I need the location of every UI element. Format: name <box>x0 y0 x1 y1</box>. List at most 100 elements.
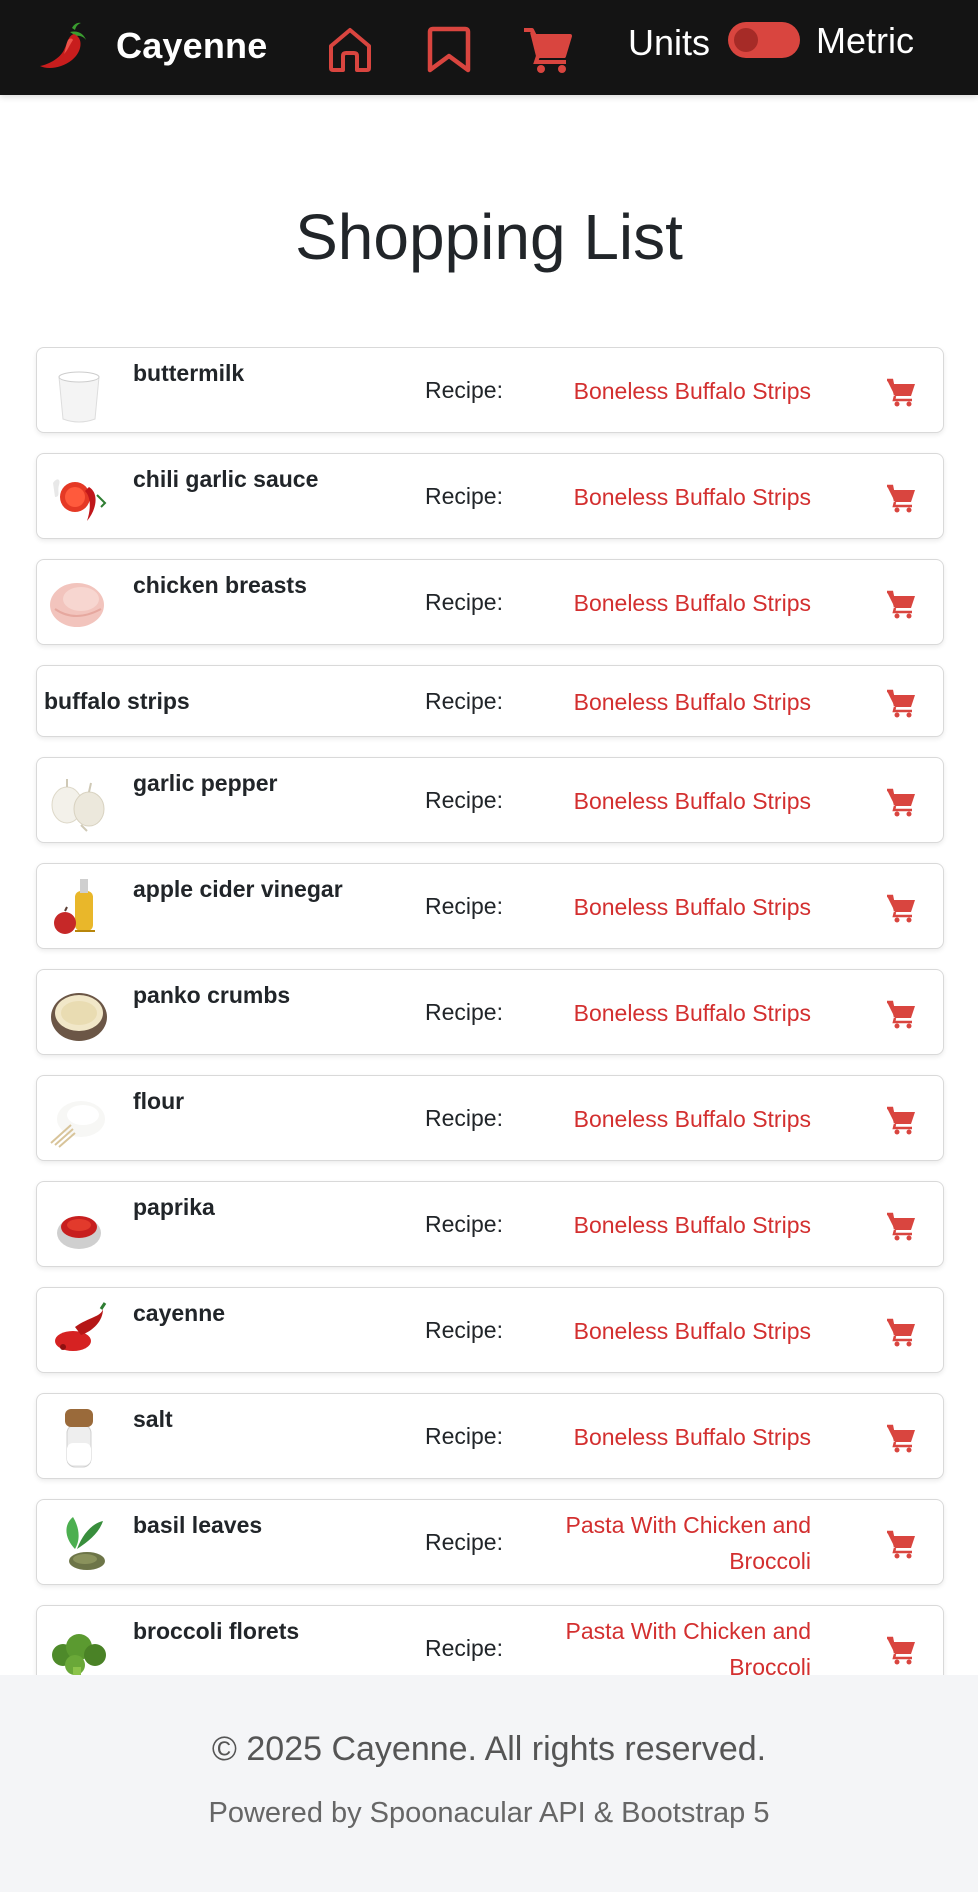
recipe-link[interactable]: Boneless Buffalo Strips <box>521 1101 811 1137</box>
ingredient-name: broccoli florets <box>133 1618 300 1644</box>
shopping-list-item: garlic pepper Recipe: Boneless Buffalo Str… <box>36 757 944 843</box>
add-to-cart-button[interactable] <box>885 785 917 817</box>
shopping-list-item: chili garlic sauce Recipe: Boneless Buffal… <box>36 453 944 539</box>
ingredient-name: chicken breasts <box>133 572 307 598</box>
add-to-cart-button[interactable] <box>885 1421 917 1453</box>
recipe-link[interactable]: Boneless Buffalo Strips <box>521 585 811 621</box>
add-to-cart-icon <box>887 894 915 923</box>
toggle-knob <box>734 28 758 52</box>
add-to-cart-button[interactable] <box>885 997 917 1029</box>
recipe-link[interactable]: Boneless Buffalo Strips <box>521 1313 811 1349</box>
add-to-cart-button[interactable] <box>885 1315 917 1347</box>
shopping-list-item: chicken breasts Recipe: Boneless Buffalo S… <box>36 559 944 645</box>
ingredient-name: apple cider vinegar <box>133 876 343 902</box>
page-title: Shopping List <box>295 201 683 273</box>
shopping-list-item: broccoli florets Recipe: Pasta With Chicke… <box>36 1605 944 1675</box>
add-to-cart-icon <box>887 1318 915 1347</box>
navbar: Cayenne Units Metric <box>0 0 978 95</box>
add-to-cart-button[interactable] <box>885 1527 917 1559</box>
ingredient-image <box>51 779 105 832</box>
recipe-label: Recipe: <box>425 688 503 714</box>
ingredient-image <box>50 1101 105 1148</box>
ingredient-image <box>52 1634 106 1675</box>
nav-cart-link[interactable] <box>521 22 575 76</box>
footer: © 2025 Cayenne. All rights reserved. Pow… <box>0 1675 978 1892</box>
recipe-link[interactable]: Boneless Buffalo Strips <box>521 684 811 720</box>
add-to-cart-icon <box>887 1636 915 1665</box>
add-to-cart-icon <box>887 378 915 407</box>
ingredient-image <box>57 1216 101 1249</box>
ingredient-name: cayenne <box>133 1300 226 1326</box>
recipe-label: Recipe: <box>425 893 503 919</box>
brand-link[interactable]: Cayenne <box>34 18 267 74</box>
ingredient-image <box>53 479 107 521</box>
nav-bookmarks-link[interactable] <box>422 22 476 76</box>
recipe-link[interactable]: Boneless Buffalo Strips <box>521 889 811 925</box>
recipe-label: Recipe: <box>425 1211 503 1237</box>
footer-copyright: © 2025 Cayenne. All rights reserved. <box>211 1730 767 1768</box>
units-label: Units <box>628 22 711 63</box>
recipe-link[interactable]: Pasta With Chicken and Broccoli <box>521 1507 811 1579</box>
ingredient-name: panko crumbs <box>133 982 291 1008</box>
metric-label: Metric <box>816 20 914 61</box>
recipe-label: Recipe: <box>425 1423 503 1449</box>
shopping-list: buttermilk Recipe: Boneless Buffalo Strips… <box>0 347 978 1675</box>
ingredient-name: paprika <box>133 1194 215 1220</box>
recipe-link[interactable]: Boneless Buffalo Strips <box>521 479 811 515</box>
shopping-list-item: buffalo strips Recipe: Boneless Buffalo St… <box>36 665 944 737</box>
add-to-cart-icon <box>887 484 915 513</box>
add-to-cart-button[interactable] <box>885 587 917 619</box>
shopping-list-item: panko crumbs Recipe: Boneless Buffalo Stri… <box>36 969 944 1055</box>
recipe-label: Recipe: <box>425 1105 503 1131</box>
add-to-cart-button[interactable] <box>885 375 917 407</box>
ingredient-name: garlic pepper <box>133 770 278 796</box>
footer-powered-by: Powered by Spoonacular API & Bootstrap 5 <box>208 1797 770 1829</box>
recipe-link[interactable]: Boneless Buffalo Strips <box>521 995 811 1031</box>
ingredient-name: buffalo strips <box>44 688 190 714</box>
ingredient-name: salt <box>133 1406 173 1432</box>
add-to-cart-button[interactable] <box>885 1209 917 1241</box>
recipe-label: Recipe: <box>425 483 503 509</box>
recipe-label: Recipe: <box>425 1529 503 1555</box>
add-to-cart-icon <box>887 1530 915 1559</box>
add-to-cart-button[interactable] <box>885 1633 917 1665</box>
add-to-cart-button[interactable] <box>885 891 917 923</box>
ingredient-image <box>66 1517 105 1570</box>
add-to-cart-button[interactable] <box>885 686 917 718</box>
add-to-cart-icon <box>887 590 915 619</box>
cart-icon <box>524 28 572 73</box>
add-to-cart-icon <box>887 1106 915 1135</box>
ingredient-name: flour <box>133 1088 185 1114</box>
recipe-link[interactable]: Boneless Buffalo Strips <box>521 373 811 409</box>
shopping-list-item: apple cider vinegar Recipe: Boneless Buffa… <box>36 863 944 949</box>
recipe-label: Recipe: <box>425 1317 503 1343</box>
shopping-list-item: cayenne Recipe: Boneless Buffalo Strips <box>36 1287 944 1373</box>
nav-home-link[interactable] <box>323 22 377 76</box>
recipe-label: Recipe: <box>425 999 503 1025</box>
recipe-label: Recipe: <box>425 589 503 615</box>
recipe-link[interactable]: Boneless Buffalo Strips <box>521 783 811 819</box>
recipe-link[interactable]: Boneless Buffalo Strips <box>521 1207 811 1243</box>
shopping-list-item: buttermilk Recipe: Boneless Buffalo Strips <box>36 347 944 433</box>
recipe-label: Recipe: <box>425 1635 503 1661</box>
add-to-cart-button[interactable] <box>885 481 917 513</box>
ingredient-image <box>51 993 107 1041</box>
recipe-link[interactable]: Boneless Buffalo Strips <box>521 1419 811 1455</box>
ingredient-name: chili garlic sauce <box>133 466 319 492</box>
ingredient-image <box>58 371 100 423</box>
add-to-cart-button[interactable] <box>885 1103 917 1135</box>
ingredient-name: basil leaves <box>133 1512 263 1538</box>
shopping-list-item: paprika Recipe: Boneless Buffalo Strips <box>36 1181 944 1267</box>
shopping-list-item: flour Recipe: Boneless Buffalo Strips <box>36 1075 944 1161</box>
bookmark-icon <box>427 26 471 73</box>
add-to-cart-icon <box>887 1424 915 1453</box>
shopping-list-item: salt Recipe: Boneless Buffalo Strips <box>36 1393 944 1479</box>
chili-pepper-logo-icon <box>40 22 86 68</box>
brand-name: Cayenne <box>116 25 268 66</box>
ingredient-image <box>54 879 95 934</box>
ingredient-image <box>55 1302 107 1351</box>
add-to-cart-icon <box>887 1212 915 1241</box>
add-to-cart-icon <box>887 1000 915 1029</box>
recipe-link[interactable]: Pasta With Chicken and Broccoli <box>521 1613 811 1675</box>
metric-units-toggle[interactable] <box>728 22 800 58</box>
